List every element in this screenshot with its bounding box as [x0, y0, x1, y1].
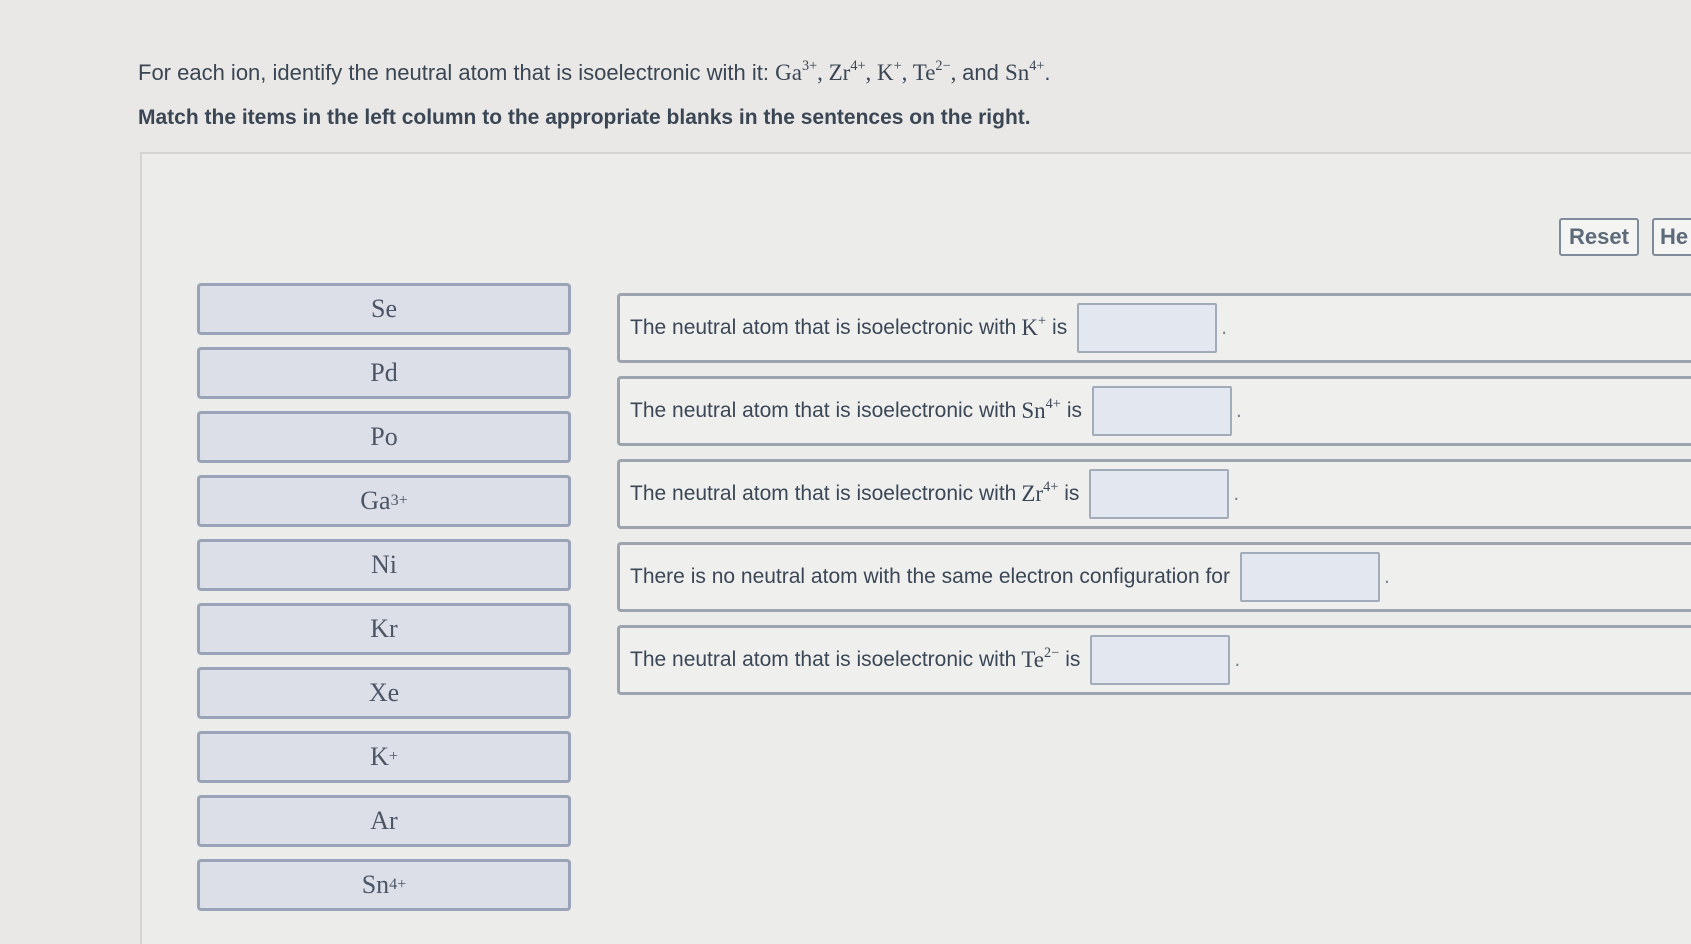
- prompt-lead: For each ion, identify the neutral atom …: [138, 60, 769, 85]
- sentence-zr-4plus: The neutral atom that is isoelectronic w…: [617, 459, 1691, 529]
- answer-chip-column: Se Pd Po Ga 3+ Ni Kr Xe K + Ar Sn 4+: [197, 283, 571, 923]
- prompt-ion-k: K+: [877, 58, 902, 85]
- sentence-no-neutral-atom: There is no neutral atom with the same e…: [617, 542, 1691, 612]
- answer-chip-ar[interactable]: Ar: [197, 795, 571, 847]
- sentence-ion: Te2−: [1021, 645, 1060, 672]
- prompt-ion-sn: Sn4+: [1004, 58, 1045, 85]
- prompt-ion-te: Te2−: [912, 58, 951, 85]
- sentence-column: The neutral atom that is isoelectronic w…: [617, 293, 1691, 708]
- prompt-ion-list: Ga3+, Zr4+, K+, Te2−,: [775, 58, 963, 85]
- drop-blank-te-2minus[interactable]: [1090, 635, 1231, 685]
- sentence-ion: Zr4+: [1021, 479, 1059, 506]
- prompt-ion-ga: Ga3+: [775, 58, 818, 85]
- prompt-ion-zr: Zr4+: [828, 58, 866, 85]
- answer-chip-sn4plus[interactable]: Sn 4+: [197, 859, 571, 911]
- sentence-ion: Sn4+: [1021, 396, 1061, 423]
- drop-blank-zr-4plus[interactable]: [1089, 469, 1230, 519]
- question-prompt: For each ion, identify the neutral atom …: [138, 58, 1051, 85]
- sentence-ion: K+: [1021, 313, 1047, 340]
- drop-blank-no-neutral-atom[interactable]: [1239, 552, 1380, 602]
- answer-chip-ga3plus[interactable]: Ga 3+: [197, 475, 571, 527]
- answer-chip-pd[interactable]: Pd: [197, 347, 571, 399]
- drop-blank-sn-4plus[interactable]: [1092, 386, 1232, 436]
- sentence-te-2minus: The neutral atom that is isoelectronic w…: [617, 625, 1691, 695]
- answer-chip-kr[interactable]: Kr: [197, 603, 571, 655]
- answer-chip-kplus[interactable]: K +: [197, 731, 571, 783]
- help-button[interactable]: He: [1652, 218, 1691, 256]
- sentence-sn-4plus: The neutral atom that is isoelectronic w…: [617, 376, 1691, 446]
- answer-chip-po[interactable]: Po: [197, 411, 571, 463]
- reset-button[interactable]: Reset: [1559, 218, 1639, 256]
- drop-blank-k-plus[interactable]: [1077, 303, 1218, 353]
- answer-chip-se[interactable]: Se: [197, 283, 571, 335]
- prompt-and-word: and: [962, 60, 999, 85]
- sentence-k-plus: The neutral atom that is isoelectronic w…: [617, 293, 1691, 363]
- instruction-text: Match the items in the left column to th…: [138, 106, 1031, 129]
- answer-chip-xe[interactable]: Xe: [197, 667, 571, 719]
- answer-chip-ni[interactable]: Ni: [197, 539, 571, 591]
